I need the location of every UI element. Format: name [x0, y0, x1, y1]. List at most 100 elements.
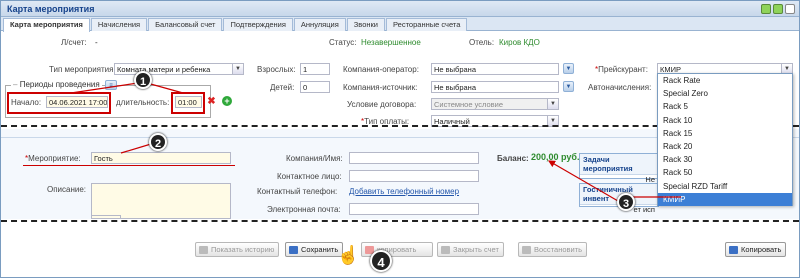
pricelist-option[interactable]: Rack 30 — [658, 153, 792, 166]
contact-input[interactable] — [349, 170, 479, 182]
pricelist-option[interactable]: Rack Rate — [658, 74, 792, 87]
company-input[interactable] — [349, 152, 479, 164]
event-label: *Мероприятие: — [25, 154, 81, 163]
event-underline — [23, 165, 235, 166]
pricelist-option[interactable]: Rack 5 — [658, 100, 792, 113]
operator-dropdown-icon[interactable]: ▼ — [563, 63, 574, 74]
description-label: Описание: — [47, 185, 87, 194]
pricelist-option[interactable]: Special RZD Tariff — [658, 180, 792, 193]
tab-confirmations[interactable]: Подтверждения — [223, 18, 293, 31]
pricelist-option-selected[interactable]: КМИР — [658, 192, 792, 206]
delete-icon[interactable]: ✖ — [207, 97, 216, 107]
source-label: Компания-источник: — [343, 83, 418, 92]
close-icon[interactable] — [785, 4, 795, 14]
contract-select[interactable]: Системное условие ▼ — [431, 98, 559, 110]
window-title: Карта мероприятия — [7, 4, 95, 14]
maximize-icon[interactable] — [773, 4, 783, 14]
add-period-icon[interactable]: + — [222, 96, 232, 106]
adults-label: Взрослых: — [257, 65, 296, 74]
pricelist-option[interactable]: Rack 20 — [658, 140, 792, 153]
hotel-value: Киров КДО — [499, 38, 540, 47]
duration-input[interactable]: 01:00 — [175, 96, 202, 108]
duration-label: длительность: — [116, 98, 170, 107]
pricelist-label-text: Прейскурант: — [598, 65, 648, 74]
account-label: Л/счет: — [61, 38, 87, 47]
dashed-divider-bottom — [1, 220, 799, 222]
pricelist-option[interactable]: Rack 10 — [658, 114, 792, 127]
pricelist-label: *Прейскурант: — [595, 65, 648, 74]
children-label: Детей: — [270, 83, 295, 92]
contract-value: Системное условие — [434, 100, 503, 109]
copy-doc-icon — [729, 246, 738, 254]
balance-value: 200,00 руб. — [531, 152, 580, 162]
operator-label: Компания-оператор: — [343, 65, 419, 74]
tab-calls[interactable]: Звонки — [346, 18, 385, 31]
event-card-window: Карта мероприятия Карта мероприятия Начи… — [0, 0, 800, 278]
periods-legend-text: Периоды проведения — [19, 80, 100, 89]
tab-cancellation[interactable]: Аннуляция — [293, 18, 346, 31]
step-badge-2: 2 — [149, 133, 167, 151]
tab-strip: Карта мероприятия Начисления Балансовый … — [1, 17, 799, 32]
title-bar: Карта мероприятия — [1, 1, 799, 17]
source-select[interactable]: Не выбрана — [431, 81, 559, 93]
phone-label: Контактный телефон: — [257, 187, 338, 196]
cut-field — [91, 215, 121, 219]
copy-button[interactable]: Копировать — [725, 242, 787, 257]
event-type-value: Комната матери и ребенка — [117, 65, 211, 74]
pricelist-option[interactable]: Rack 15 — [658, 127, 792, 140]
refresh-icon[interactable] — [761, 4, 771, 14]
pricelist-option[interactable]: Special Zero — [658, 87, 792, 100]
pricelist-options-list: Rack Rate Special Zero Rack 5 Rack 10 Ra… — [657, 73, 793, 206]
event-type-label: Тип мероприятия: — [49, 65, 116, 74]
close-bill-label: Закрыть счет — [453, 245, 499, 254]
restore-label: Восстановить — [534, 245, 583, 254]
event-type-select[interactable]: Комната матери и ребенка ▼ — [114, 63, 244, 75]
start-label: Начало: — [11, 98, 42, 107]
save-label: Сохранить — [301, 245, 339, 254]
close-bill-icon — [441, 246, 450, 254]
children-input[interactable]: 0 — [300, 81, 330, 93]
calendar-icon[interactable]: ≡ — [105, 80, 117, 90]
footer-toolbar: Показать историю Сохранить копировать За… — [1, 232, 799, 277]
event-name-input[interactable]: Гость — [91, 152, 231, 164]
step-badge-3: 3 — [617, 193, 635, 211]
tab-charges[interactable]: Начисления — [90, 18, 148, 31]
company-label: Компания/Имя: — [286, 154, 343, 163]
pointer-hand-icon: ☝ — [337, 245, 360, 265]
balance-label: Баланс: — [497, 154, 529, 163]
event-label-text: Мероприятие: — [28, 154, 81, 163]
add-phone-link[interactable]: Добавить телефонный номер — [349, 187, 459, 196]
save-icon — [289, 246, 298, 254]
tab-balance-account[interactable]: Балансовый счет — [148, 18, 223, 31]
tab-restaurant-bills[interactable]: Ресторанные счета — [385, 18, 468, 31]
pricelist-option[interactable]: Rack 50 — [658, 166, 792, 179]
show-history-button[interactable]: Показать историю — [195, 242, 280, 257]
tasks-title: Задачи мероприятия — [580, 154, 658, 175]
contact-label: Контактное лицо: — [277, 172, 342, 181]
tasks-box: Задачи мероприятия Не — [579, 153, 659, 184]
status-label: Статус: — [329, 38, 357, 47]
description-textarea[interactable] — [91, 183, 231, 219]
adults-input[interactable]: 1 — [300, 63, 330, 75]
autocharge-label: Автоначисления: — [588, 83, 652, 92]
close-bill-button[interactable]: Закрыть счет — [437, 242, 504, 257]
email-label: Электронная почта: — [267, 205, 341, 214]
operator-select[interactable]: Не выбрана — [431, 63, 559, 75]
start-input[interactable]: 04.06.2021 17:00 — [46, 96, 108, 108]
history-icon — [199, 246, 208, 254]
tab-event-card[interactable]: Карта мероприятия — [3, 18, 90, 32]
email-input[interactable] — [349, 203, 479, 215]
account-value: - — [95, 38, 98, 47]
restore-button[interactable]: Восстановить — [518, 242, 588, 257]
source-value: Не выбрана — [434, 83, 476, 92]
source-dropdown-icon[interactable]: ▼ — [563, 81, 574, 92]
chevron-down-icon: ▼ — [547, 99, 558, 109]
restore-icon — [522, 246, 531, 254]
history-label: Показать историю — [211, 245, 275, 254]
operator-value: Не выбрана — [434, 65, 476, 74]
contract-label: Условие договора: — [347, 100, 417, 109]
periods-legend: – Периоды проведения — [11, 80, 102, 89]
status-value: Незавершенное — [361, 38, 421, 47]
hotel-label: Отель: — [469, 38, 495, 47]
save-button[interactable]: Сохранить — [285, 242, 344, 257]
